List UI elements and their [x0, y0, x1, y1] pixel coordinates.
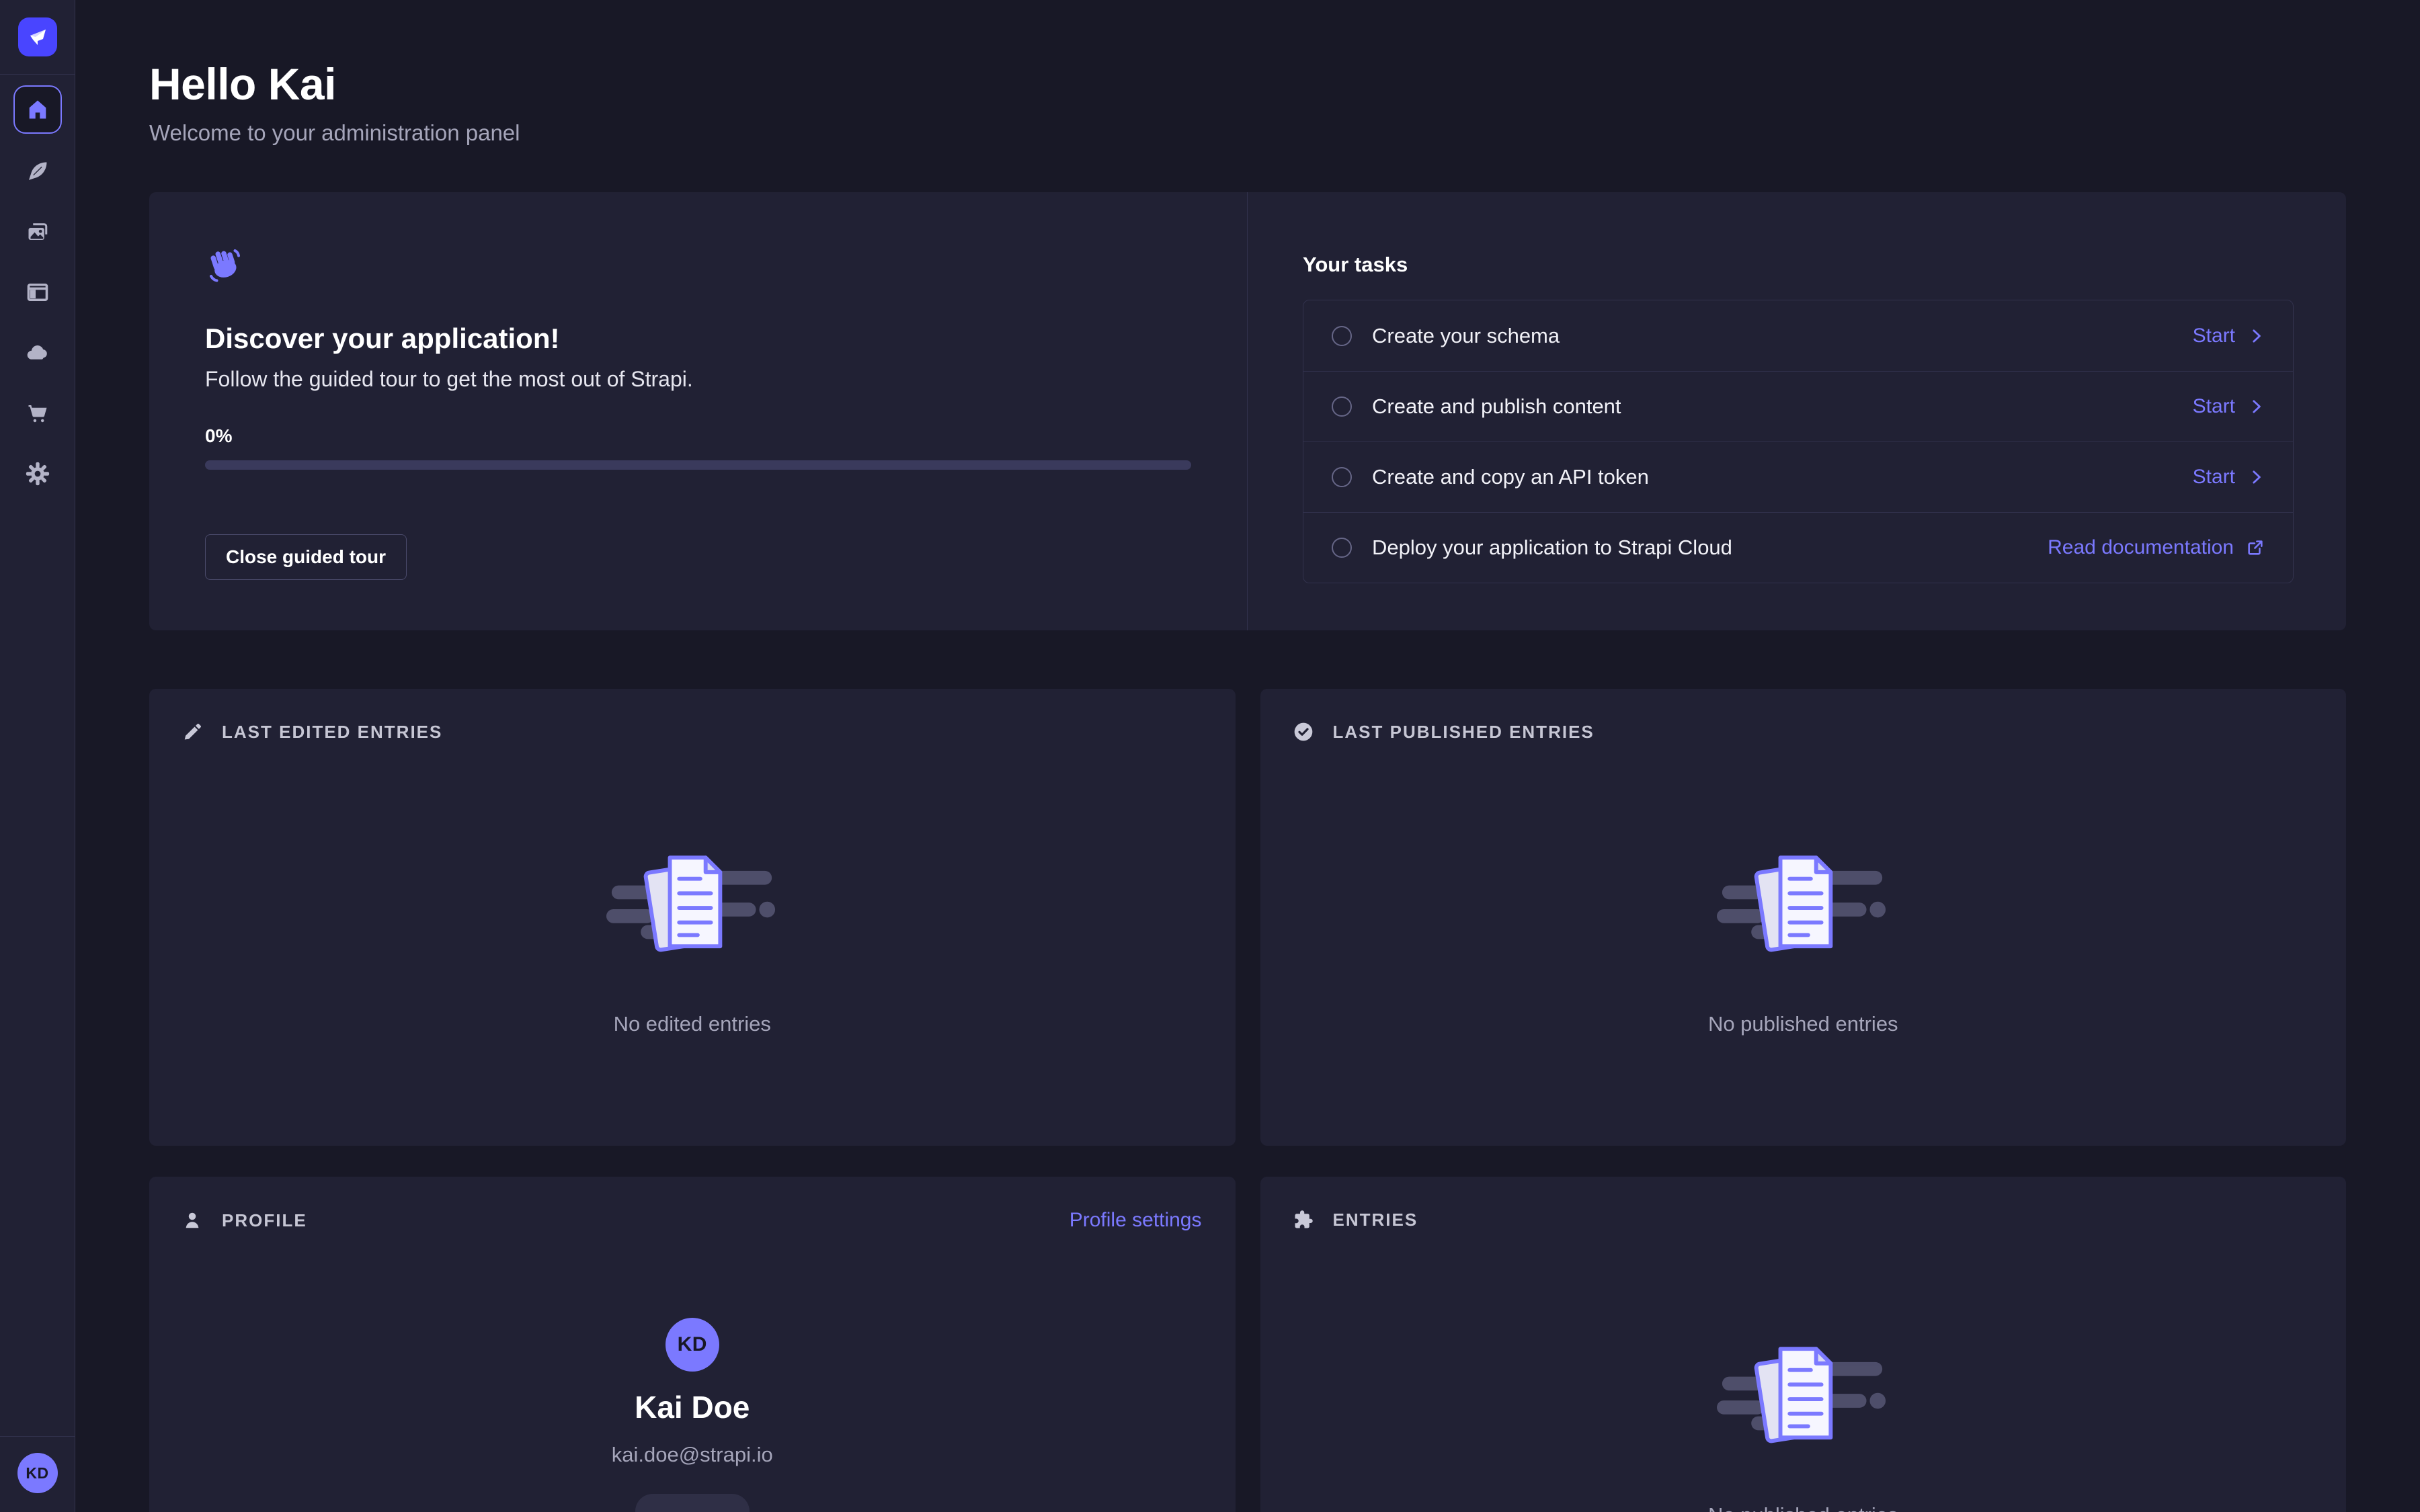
- sidebar: KD: [0, 0, 75, 1512]
- empty-documents-illustration: [1717, 1338, 1889, 1464]
- task-action-label: Start: [2193, 395, 2235, 418]
- empty-state-text: No published entries: [1708, 1503, 1898, 1512]
- task-row-deploy-cloud[interactable]: Deploy your application to Strapi Cloud …: [1303, 512, 2293, 583]
- task-row-publish-content[interactable]: Create and publish content Start: [1303, 371, 2293, 442]
- card-title: PROFILE: [222, 1210, 307, 1231]
- widgets-row-2: PROFILE Profile settings KD Kai Doe kai.…: [149, 1177, 2346, 1512]
- card-title: LAST PUBLISHED ENTRIES: [1333, 722, 1595, 743]
- page-header: Hello Kai Welcome to your administration…: [149, 59, 2346, 148]
- card-header: ENTRIES: [1260, 1177, 2347, 1230]
- profile-avatar: KD: [666, 1318, 719, 1372]
- user-icon: [182, 1210, 202, 1230]
- sidebar-item-cloud[interactable]: [26, 341, 50, 365]
- widgets-row-1: LAST EDITED ENTRIES: [149, 689, 2346, 1146]
- empty-state: No published entries: [1260, 1338, 2347, 1512]
- empty-state: No published entries: [1260, 847, 2347, 1036]
- sidebar-item-content-manager[interactable]: [26, 159, 50, 183]
- profile-body: KD Kai Doe kai.doe@strapi.io: [149, 1318, 1236, 1512]
- task-start-link[interactable]: Start: [2193, 395, 2265, 418]
- tasks-panel: Your tasks Create your schema Start Crea…: [1248, 192, 2346, 630]
- empty-state: No edited entries: [149, 847, 1236, 1036]
- tour-subtitle: Follow the guided tour to get the most o…: [205, 367, 1191, 392]
- tasks-title: Your tasks: [1303, 253, 2294, 277]
- chevron-right-icon: [2247, 327, 2265, 345]
- tour-title: Discover your application!: [205, 323, 1191, 355]
- task-action-label: Read documentation: [2048, 536, 2234, 559]
- task-label: Deploy your application to Strapi Cloud: [1372, 536, 1732, 560]
- close-guided-tour-button[interactable]: Close guided tour: [205, 534, 407, 580]
- read-documentation-link[interactable]: Read documentation: [2048, 536, 2265, 559]
- media-library-icon: [26, 220, 50, 244]
- last-published-entries-card: LAST PUBLISHED ENTRIES: [1260, 689, 2347, 1146]
- card-header: LAST EDITED ENTRIES: [149, 689, 1236, 743]
- task-status-circle-icon: [1332, 326, 1352, 346]
- task-label: Create and publish content: [1372, 394, 1621, 419]
- content-type-builder-icon: [26, 280, 50, 304]
- task-start-link[interactable]: Start: [2193, 325, 2265, 347]
- sidebar-nav: [26, 159, 50, 486]
- main-content: Hello Kai Welcome to your administration…: [75, 0, 2420, 1512]
- task-status-circle-icon: [1332, 396, 1352, 417]
- empty-documents-illustration: [1717, 847, 1889, 973]
- guided-tour-card: Discover your application! Follow the gu…: [149, 192, 2346, 630]
- sidebar-item-home[interactable]: [13, 85, 62, 134]
- sidebar-item-media-library[interactable]: [26, 220, 50, 244]
- strapi-logo-glyph: [26, 26, 49, 48]
- chevron-right-icon: [2247, 398, 2265, 415]
- card-title: LAST EDITED ENTRIES: [222, 722, 442, 743]
- empty-documents-illustration: [606, 847, 778, 973]
- sidebar-item-settings[interactable]: [26, 462, 50, 486]
- external-link-icon: [2246, 538, 2265, 557]
- task-status-circle-icon: [1332, 538, 1352, 558]
- last-edited-entries-card: LAST EDITED ENTRIES: [149, 689, 1236, 1146]
- check-circle-icon: [1293, 721, 1314, 743]
- profile-card: PROFILE Profile settings KD Kai Doe kai.…: [149, 1177, 1236, 1512]
- empty-state-text: No edited entries: [614, 1012, 771, 1036]
- entries-card: ENTRIES: [1260, 1177, 2347, 1512]
- content-manager-feather-icon: [26, 160, 49, 183]
- tour-progress-label: 0%: [205, 425, 1191, 447]
- task-label: Create and copy an API token: [1372, 465, 1649, 489]
- tour-progress-bar: [205, 460, 1191, 470]
- card-header: LAST PUBLISHED ENTRIES: [1260, 689, 2347, 743]
- sidebar-item-marketplace[interactable]: [26, 401, 50, 425]
- role-badge: [635, 1494, 750, 1512]
- chevron-right-icon: [2247, 468, 2265, 486]
- guided-tour-panel: Discover your application! Follow the gu…: [149, 192, 1248, 630]
- task-start-link[interactable]: Start: [2193, 466, 2265, 489]
- strapi-logo[interactable]: [18, 17, 57, 56]
- waving-hand-icon: [205, 246, 243, 284]
- cloud-icon: [26, 340, 50, 366]
- task-action-label: Start: [2193, 325, 2235, 347]
- sidebar-divider: [0, 74, 75, 75]
- sidebar-item-content-type-builder[interactable]: [26, 280, 50, 304]
- task-action-label: Start: [2193, 466, 2235, 489]
- empty-state-text: No published entries: [1708, 1012, 1898, 1036]
- sidebar-footer: KD: [0, 1436, 75, 1512]
- puzzle-icon: [1293, 1210, 1314, 1230]
- page-subtitle: Welcome to your administration panel: [149, 118, 2346, 149]
- profile-name: Kai Doe: [635, 1389, 750, 1425]
- tasks-list: Create your schema Start Create and publ…: [1303, 300, 2294, 583]
- task-label: Create your schema: [1372, 324, 1560, 348]
- card-title: ENTRIES: [1333, 1210, 1418, 1230]
- settings-gear-icon: [26, 461, 50, 487]
- profile-email: kai.doe@strapi.io: [612, 1443, 773, 1467]
- marketplace-cart-icon: [26, 401, 50, 425]
- page-title: Hello Kai: [149, 59, 2346, 110]
- user-avatar[interactable]: KD: [17, 1453, 58, 1493]
- task-row-create-schema[interactable]: Create your schema Start: [1303, 300, 2293, 371]
- card-header: PROFILE Profile settings: [149, 1177, 1236, 1232]
- sidebar-footer-divider: [0, 1436, 75, 1437]
- profile-settings-link[interactable]: Profile settings: [1070, 1209, 1202, 1232]
- pencil-icon: [182, 722, 202, 742]
- task-status-circle-icon: [1332, 467, 1352, 487]
- home-icon: [26, 97, 50, 122]
- task-row-api-token[interactable]: Create and copy an API token Start: [1303, 442, 2293, 512]
